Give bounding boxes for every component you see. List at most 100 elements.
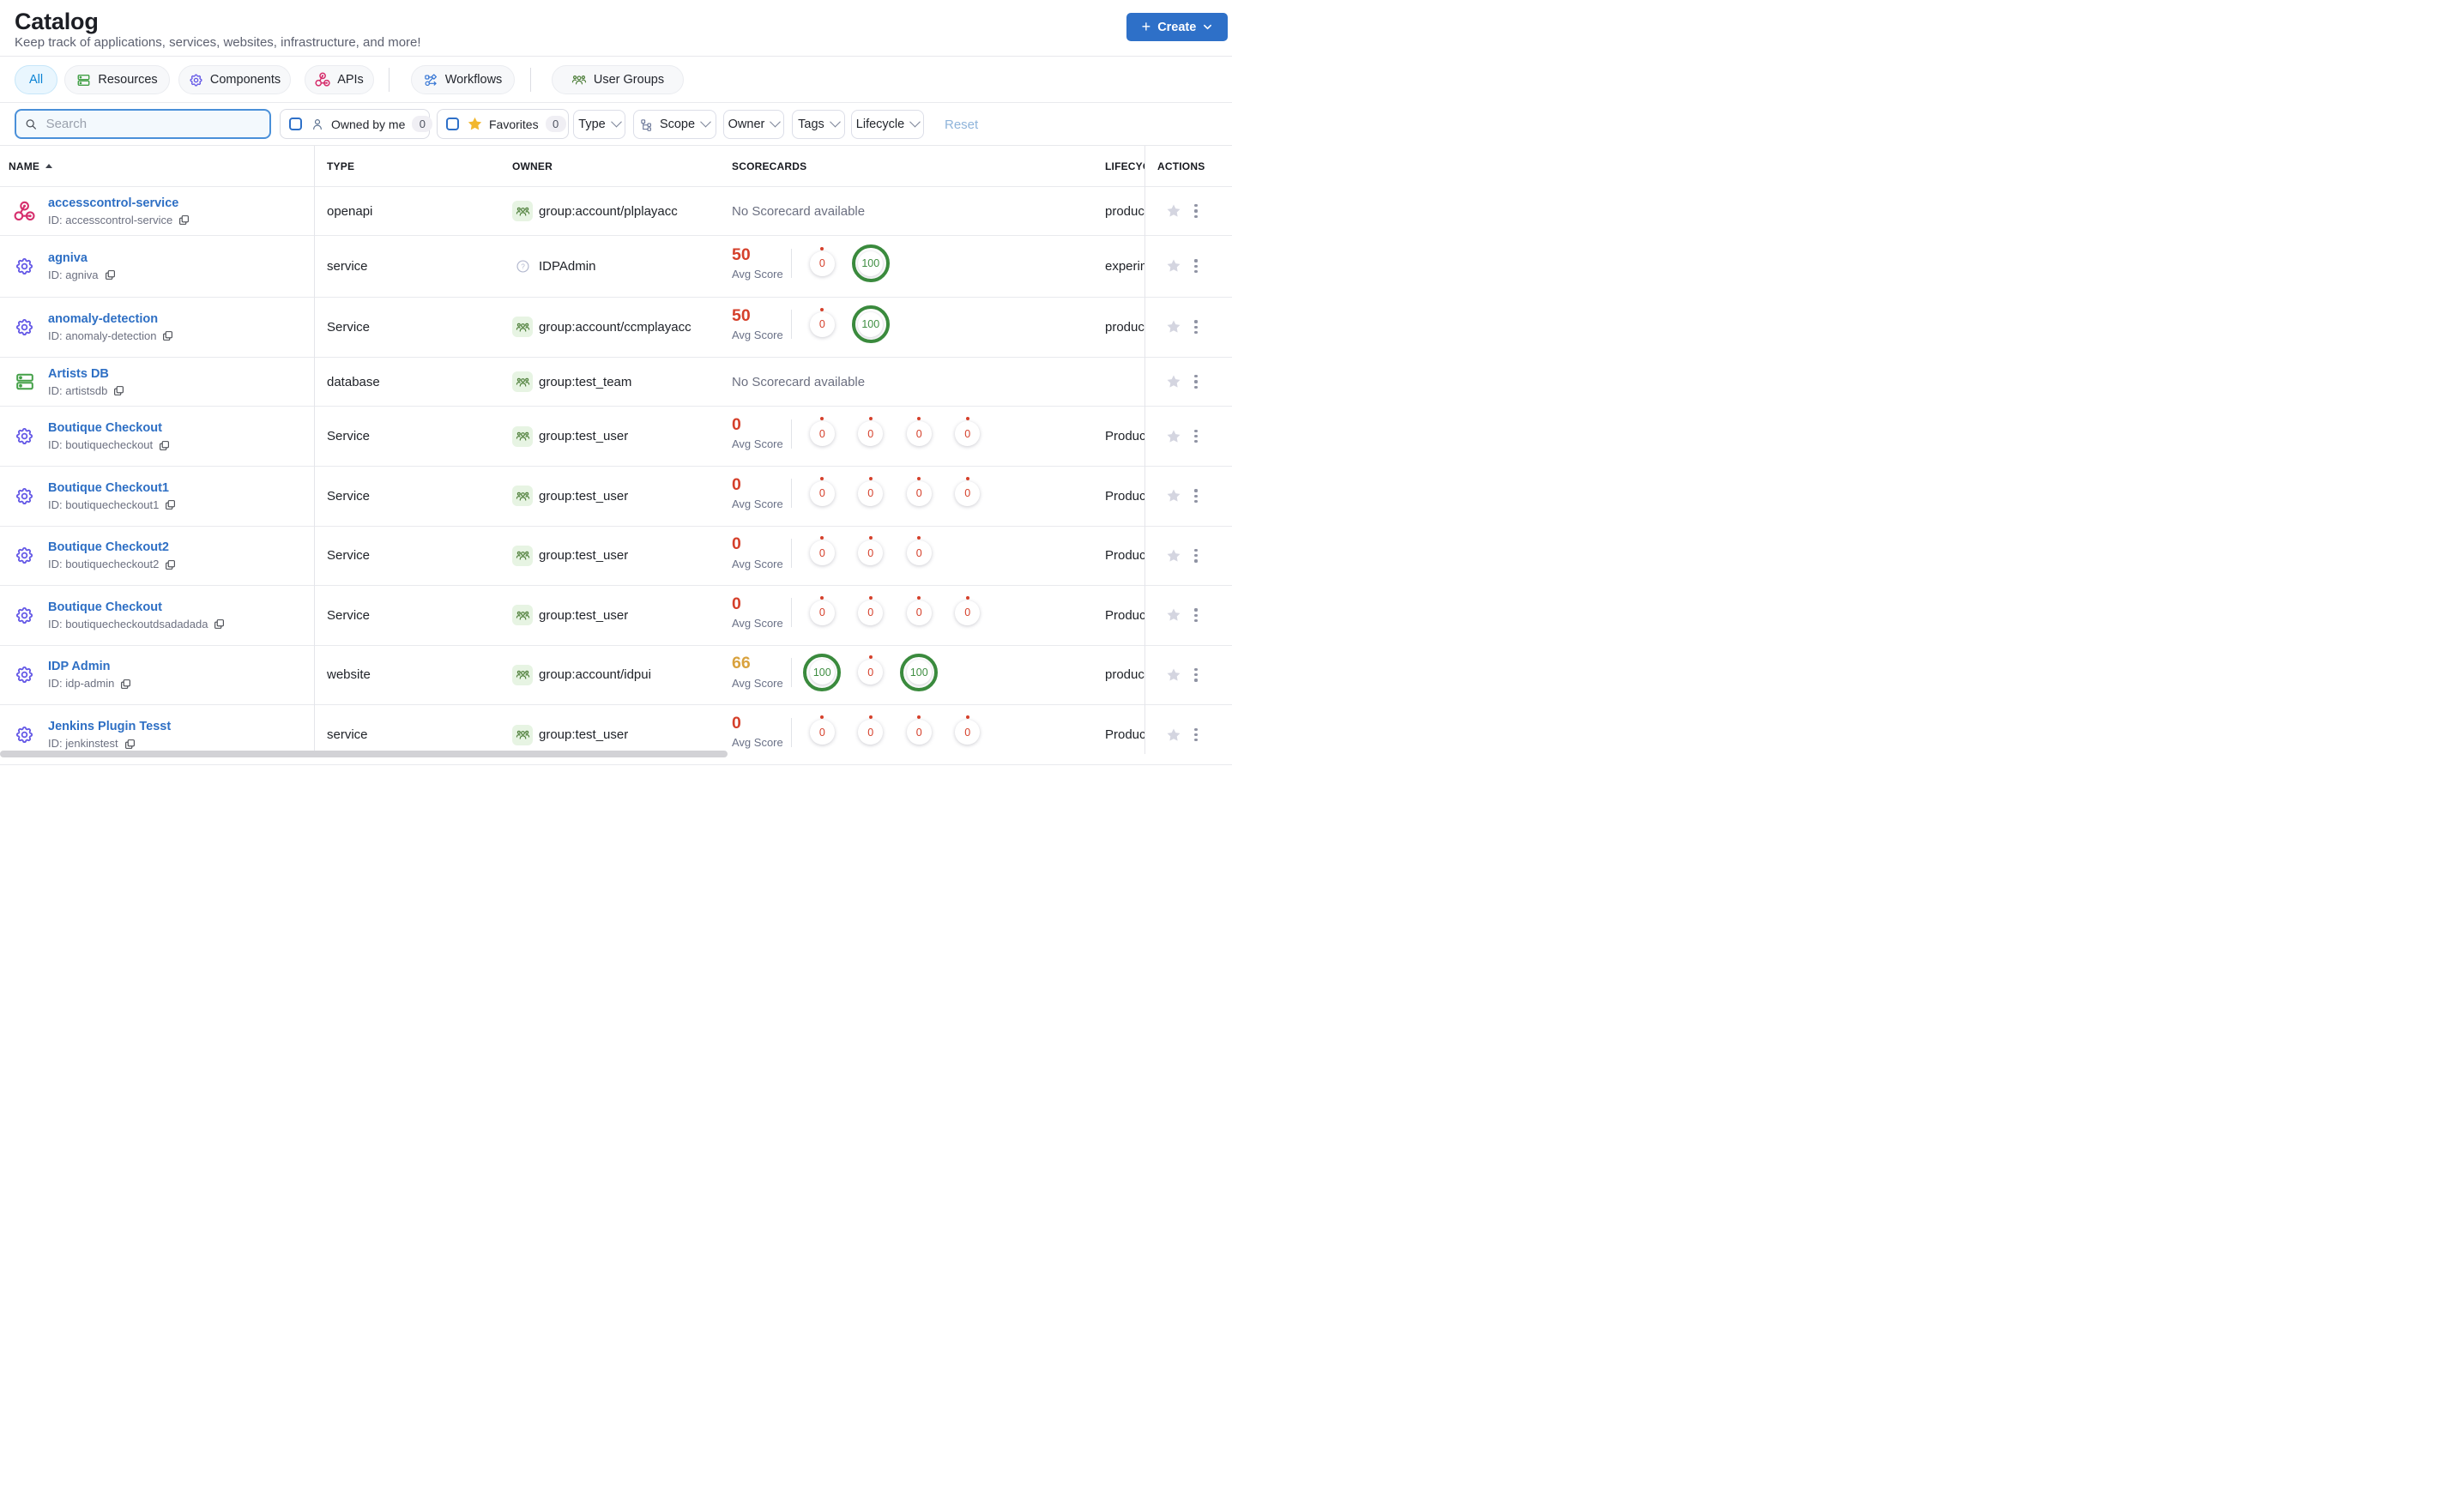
favorites-filter[interactable]: Favorites 0 [437,109,569,139]
favorite-star-button[interactable] [1166,258,1181,274]
favorite-star-button[interactable] [1166,548,1181,564]
favorite-star-button[interactable] [1166,374,1181,389]
actions-cell [1144,586,1232,645]
question-icon: ? [516,260,529,273]
owned-by-me-filter[interactable]: Owned by me 0 [280,109,433,139]
horizontal-scrollbar-thumb[interactable] [0,751,728,757]
table-header: NAME TYPE OWNER SCORECARDS LIFECYCLE ACT… [0,146,1232,187]
owner-cell: group:test_team [512,358,631,406]
owner-label: group:test_user [539,607,629,623]
scorecard-score-circle: 0 [810,247,835,276]
reset-filters-button[interactable]: Reset [945,103,978,146]
name-column-divider [314,146,315,754]
owner-group-avatar [512,724,533,745]
name-cell: anomaly-detection ID: anomaly-detection [14,298,173,358]
chevron-down-icon [770,116,782,127]
kebab-menu-button[interactable] [1189,429,1203,444]
owner-label: group:test_user [539,548,629,564]
kebab-menu-button[interactable] [1189,607,1203,623]
avg-score-label: Avg Score [732,617,783,630]
kebab-menu-button[interactable] [1189,548,1203,564]
tags-dropdown-label: Tags [798,118,824,131]
kebab-menu-button[interactable] [1189,203,1203,219]
kebab-menu-button[interactable] [1189,488,1203,504]
favorite-star-button[interactable] [1166,319,1181,335]
owned-by-me-checkbox[interactable] [289,118,302,130]
create-button[interactable]: + Create [1126,13,1228,41]
entity-name-link[interactable]: anomaly-detection [48,311,173,327]
tab-apis-label: APIs [337,73,364,87]
owner-group-avatar [512,664,533,685]
star-icon [1167,204,1181,217]
favorite-star-button[interactable] [1166,607,1181,623]
group-icon [516,377,529,387]
kebab-menu-button[interactable] [1189,374,1203,389]
tab-components[interactable]: Components [178,65,291,94]
copy-icon[interactable] [124,739,136,750]
kebab-menu-button[interactable] [1189,319,1203,335]
tab-user-groups[interactable]: User Groups [552,65,684,94]
tab-apis[interactable]: APIs [305,65,374,94]
favorites-checkbox[interactable] [446,118,459,130]
entity-name-link[interactable]: Boutique Checkout [48,600,225,615]
copy-icon[interactable] [113,385,124,396]
copy-icon[interactable] [214,618,225,630]
gear-icon [15,257,33,274]
entity-id: ID: artistsdb [48,383,108,397]
favorite-star-button[interactable] [1166,667,1181,683]
favorite-star-button[interactable] [1166,203,1181,219]
star-icon [1167,668,1181,681]
scorecards-cell-content: 0 Avg Score 000 [732,535,932,570]
favorite-star-button[interactable] [1166,488,1181,504]
type-cell: openapi [327,203,373,219]
copy-icon[interactable] [178,214,190,226]
group-icon [516,611,529,620]
entity-name-link[interactable]: IDP Admin [48,659,131,674]
owned-by-me-count: 0 [412,116,433,132]
kebab-menu-button[interactable] [1189,667,1203,683]
tab-all[interactable]: All [15,65,57,94]
favorite-star-button[interactable] [1166,429,1181,444]
entity-name-link[interactable]: Jenkins Plugin Tesst [48,719,171,734]
tab-workflows[interactable]: Workflows [411,65,515,94]
group-icon [516,552,529,560]
copy-icon[interactable] [162,330,173,341]
plus-icon: + [1141,18,1151,35]
copy-icon[interactable] [165,499,176,510]
copy-icon[interactable] [159,440,170,451]
actions-cell [1144,646,1232,705]
lifecycle-cell: Production [1105,607,1144,623]
scope-dropdown[interactable]: Scope [633,110,716,139]
chevron-down-icon [909,116,921,127]
search-input[interactable] [45,117,261,131]
entity-name-link[interactable]: Boutique Checkout [48,420,170,436]
copy-icon[interactable] [165,559,176,570]
owner-label: group:account/plplayacc [539,203,678,219]
entity-name-link[interactable]: Boutique Checkout2 [48,540,176,555]
tags-dropdown[interactable]: Tags [792,110,845,139]
owner-dropdown[interactable]: Owner [723,110,784,139]
tab-resources[interactable]: Resources [64,65,170,94]
kebab-menu-button[interactable] [1189,258,1203,274]
scorecard-score-circle: 0 [810,477,835,506]
entity-name-link[interactable]: Artists DB [48,366,124,382]
type-dropdown[interactable]: Type [573,110,625,139]
scorecard-score-circle: 0 [810,536,835,566]
entity-name-link[interactable]: accesscontrol-service [48,196,190,211]
favorite-star-button[interactable] [1166,727,1181,743]
kebab-menu-button[interactable] [1189,727,1203,743]
copy-icon[interactable] [105,269,116,280]
lifecycle-dropdown[interactable]: Lifecycle [851,110,924,139]
owner-cell: group:account/idpui [512,646,651,705]
scorecard-score-circle: 0 [810,596,835,625]
entity-name-link[interactable]: agniva [48,250,116,266]
name-cell: Boutique Checkout ID: boutiquecheckoutds… [14,586,225,645]
owned-by-me-label: Owned by me [331,117,406,131]
entity-id: ID: accesscontrol-service [48,213,173,226]
component-icon [190,73,202,87]
copy-icon[interactable] [120,679,131,690]
owner-label: group:test_user [539,488,629,504]
entity-name-link[interactable]: Boutique Checkout1 [48,480,176,496]
scorecard-score-circle: 100 [851,244,890,282]
scorecards-cell: 0 Avg Score 0000 [732,407,981,466]
